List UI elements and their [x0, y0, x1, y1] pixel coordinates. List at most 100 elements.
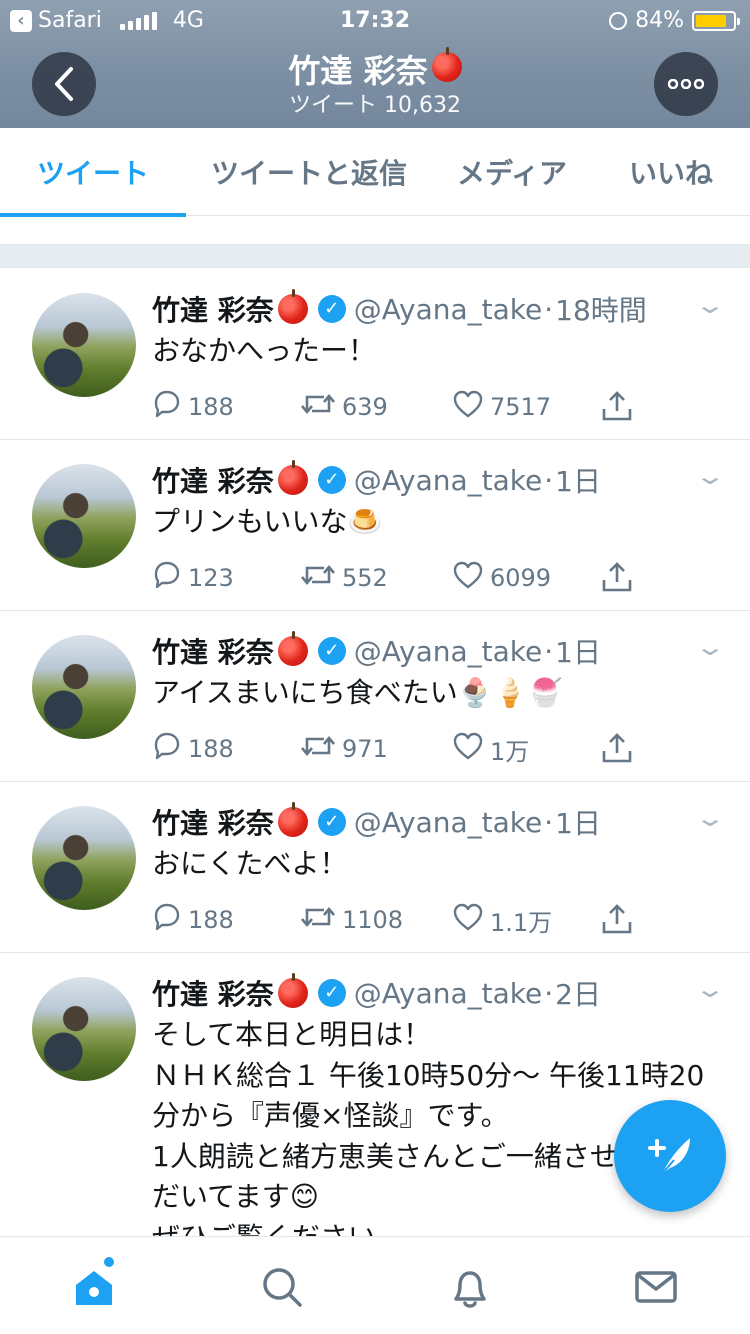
tweet-text: アイスまいにち食べたい🍨🍦🍧	[152, 676, 563, 709]
share-button[interactable]	[600, 902, 634, 942]
chevron-down-icon[interactable]: ⌄	[694, 975, 726, 1003]
share-icon	[600, 731, 634, 771]
like-count: 1.1万	[490, 908, 553, 937]
heart-icon	[452, 389, 484, 425]
reply-count: 188	[188, 735, 234, 763]
tweet-header: 竹達 彩奈 ✓ @Ayana_take · 2日	[152, 973, 690, 1013]
tab-media[interactable]: メディア	[432, 128, 592, 216]
nav-home[interactable]	[64, 1257, 124, 1315]
author-handle: @Ayana_take	[353, 292, 543, 326]
compose-feather-icon	[648, 1138, 690, 1175]
author-name[interactable]: 竹達 彩奈	[152, 289, 274, 329]
heart-icon	[452, 902, 484, 938]
nav-notifications[interactable]	[440, 1259, 500, 1315]
separator-dot: ·	[544, 463, 554, 497]
retweet-count: 639	[342, 393, 388, 421]
reply-button[interactable]: 188	[152, 902, 234, 938]
avatar[interactable]	[32, 806, 136, 910]
apple-emoji-icon	[277, 289, 308, 324]
more-options-button[interactable]	[654, 52, 718, 116]
author-handle: @Ayana_take	[353, 976, 543, 1010]
tab-tweets[interactable]: ツイート	[0, 128, 186, 217]
share-icon	[600, 560, 634, 600]
heart-icon	[452, 560, 484, 596]
reply-button[interactable]: 123	[152, 560, 234, 596]
tweet-item[interactable]: 竹達 彩奈 ✓ @Ayana_take · 1日 ⌄ おにくたべよ！ 188 1108 1.1万	[0, 782, 750, 953]
retweet-button[interactable]: 1108	[300, 902, 403, 938]
retweet-button[interactable]: 971	[300, 731, 388, 767]
chevron-down-icon[interactable]: ⌄	[694, 633, 726, 661]
author-handle: @Ayana_take	[353, 805, 543, 839]
avatar[interactable]	[32, 635, 136, 739]
tweet-item[interactable]: 竹達 彩奈 ✓ @Ayana_take · 1日 ⌄ プリンもいいな🍮 123 552 6099	[0, 440, 750, 611]
chevron-down-icon[interactable]: ⌄	[694, 462, 726, 490]
profile-tabs: ツイート ツイートと返信 メディア いいね	[0, 128, 750, 217]
share-button[interactable]	[600, 560, 634, 600]
author-name[interactable]: 竹達 彩奈	[152, 460, 274, 500]
reply-count: 123	[188, 564, 234, 592]
verified-badge-icon: ✓	[317, 808, 346, 836]
home-icon	[76, 1271, 112, 1305]
bell-icon	[454, 1271, 486, 1308]
chevron-down-icon[interactable]: ⌄	[694, 291, 726, 319]
share-button[interactable]	[600, 731, 634, 771]
share-button[interactable]	[600, 389, 634, 429]
reply-button[interactable]: 188	[152, 389, 234, 425]
avatar[interactable]	[32, 464, 136, 568]
tweet-item[interactable]: 竹達 彩奈 ✓ @Ayana_take · 18時間 ⌄ おなかへったー！ 188 639 751…	[0, 269, 750, 440]
like-button[interactable]: 6099	[452, 560, 551, 596]
reply-icon	[152, 389, 182, 425]
verified-badge-icon: ✓	[317, 979, 346, 1007]
retweet-icon	[300, 389, 336, 425]
share-icon	[600, 389, 634, 429]
chevron-down-icon[interactable]: ⌄	[694, 804, 726, 832]
retweet-count: 971	[342, 735, 388, 763]
battery-icon	[692, 10, 740, 31]
avatar[interactable]	[32, 293, 136, 397]
avatar[interactable]	[32, 977, 136, 1081]
tweet-actions: 123 552 6099	[152, 560, 652, 600]
like-button[interactable]: 1.1万	[452, 902, 552, 938]
notification-dot	[104, 1257, 114, 1267]
separator-dot: ·	[544, 292, 554, 326]
header-title-block: 竹達 彩奈 ツイート 10,632	[0, 47, 750, 120]
tweet-actions: 188 1108 1.1万	[152, 902, 652, 942]
nav-messages[interactable]	[626, 1259, 686, 1315]
compose-tweet-button[interactable]	[614, 1100, 726, 1212]
retweet-count: 1108	[342, 906, 404, 934]
status-right: 84%	[609, 8, 740, 33]
reply-icon	[152, 731, 182, 767]
author-name[interactable]: 竹達 彩奈	[152, 973, 274, 1013]
tweet-count: ツイート 10,632	[289, 93, 461, 118]
reply-button[interactable]: 188	[152, 731, 234, 767]
tweet-header: 竹達 彩奈 ✓ @Ayana_take · 1日	[152, 460, 690, 500]
author-name[interactable]: 竹達 彩奈	[152, 631, 274, 671]
page-title: 竹達 彩奈	[0, 47, 750, 92]
author-name[interactable]: 竹達 彩奈	[152, 802, 274, 842]
tab-likes[interactable]: いいね	[592, 128, 750, 216]
reply-icon	[152, 902, 182, 938]
like-count: 7517	[490, 393, 552, 421]
search-icon	[263, 1268, 302, 1307]
tweet-time: 1日	[555, 807, 601, 840]
nav-search[interactable]	[252, 1259, 312, 1315]
retweet-icon	[300, 902, 336, 938]
tab-tweets-and-replies[interactable]: ツイートと返信	[186, 128, 432, 216]
like-button[interactable]: 7517	[452, 389, 551, 425]
more-dots-icon	[668, 79, 704, 89]
author-handle: @Ayana_take	[353, 634, 543, 668]
tweet-header: 竹達 彩奈 ✓ @Ayana_take · 18時間	[152, 289, 690, 329]
retweet-button[interactable]: 639	[300, 389, 388, 425]
profile-header: ‹ Safari 4G 17:32 84% 竹達 彩奈 ツイート 10,632	[0, 0, 750, 128]
retweet-button[interactable]: 552	[300, 560, 388, 596]
like-count: 6099	[490, 564, 552, 592]
reply-count: 188	[188, 906, 234, 934]
tweet-text: おにくたべよ！	[152, 847, 348, 880]
reply-count: 188	[188, 393, 234, 421]
like-button[interactable]: 1万	[452, 731, 529, 767]
section-divider	[0, 244, 750, 268]
retweet-icon	[300, 731, 336, 767]
tweet-item[interactable]: 竹達 彩奈 ✓ @Ayana_take · 1日 ⌄ アイスまいにち食べたい🍨🍦🍧 188 97…	[0, 611, 750, 782]
tweet-text: プリンもいいな🍮	[152, 505, 383, 538]
retweet-icon	[300, 560, 336, 596]
